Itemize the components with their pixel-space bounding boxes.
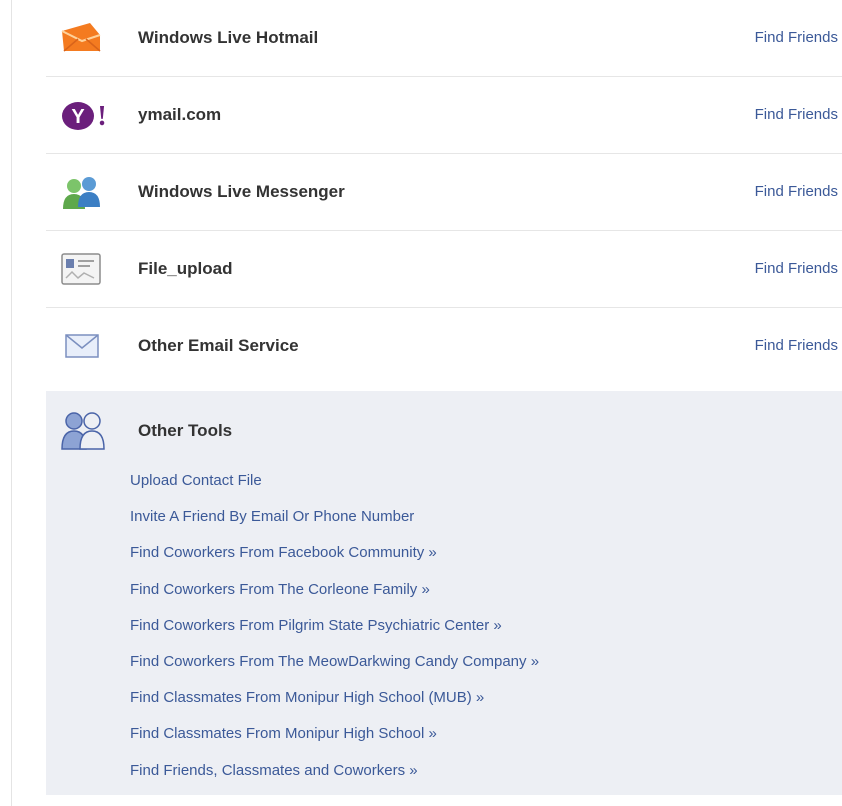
find-friends-link[interactable]: Find Friends — [755, 154, 838, 230]
other-tools-links: Upload Contact File Invite A Friend By E… — [130, 470, 539, 796]
find-friends-link[interactable]: Find Friends — [755, 231, 838, 307]
find-coworkers-meowdarkwing-link[interactable]: Find Coworkers From The MeowDarkwing Can… — [130, 651, 539, 687]
service-row-file-upload: File_upload Find Friends — [46, 231, 842, 308]
find-coworkers-corleone-family-link[interactable]: Find Coworkers From The Corleone Family … — [130, 579, 539, 615]
service-name: Other Email Service — [138, 336, 299, 355]
service-name: Windows Live Hotmail — [138, 28, 319, 47]
service-row-other-email: Other Email Service Find Friends — [46, 308, 842, 384]
left-divider — [11, 0, 12, 806]
find-friends-link[interactable]: Find Friends — [755, 0, 838, 76]
service-row-messenger: Windows Live Messenger Find Friends — [46, 154, 842, 231]
find-coworkers-pilgrim-state-link[interactable]: Find Coworkers From Pilgrim State Psychi… — [130, 615, 539, 651]
service-name: File_upload — [138, 259, 233, 278]
svg-text:Y: Y — [71, 106, 85, 128]
service-row-ymail: Y ! ymail.com Find Friends — [46, 77, 842, 154]
upload-contact-file-link[interactable]: Upload Contact File — [130, 470, 539, 506]
contact-card-icon — [60, 252, 102, 286]
service-name: ymail.com — [138, 105, 222, 124]
svg-text:!: ! — [97, 101, 106, 132]
find-classmates-monipur-link[interactable]: Find Classmates From Monipur High School… — [130, 723, 539, 759]
find-friends-link[interactable]: Find Friends — [755, 308, 838, 384]
find-coworkers-facebook-community-link[interactable]: Find Coworkers From Facebook Community » — [130, 542, 539, 578]
other-tools-section: Other Tools Upload Contact File Invite A… — [46, 391, 842, 795]
hotmail-icon — [60, 21, 102, 55]
email-services-list: Windows Live Hotmail Find Friends Y ! ym… — [46, 0, 842, 384]
find-friends-classmates-coworkers-link[interactable]: Find Friends, Classmates and Coworkers » — [130, 760, 539, 796]
people-icon — [60, 409, 105, 450]
other-tools-title: Other Tools — [138, 421, 233, 440]
yahoo-icon: Y ! — [60, 98, 107, 132]
find-friends-link[interactable]: Find Friends — [755, 77, 838, 153]
messenger-icon — [60, 175, 102, 209]
service-row-hotmail: Windows Live Hotmail Find Friends — [46, 0, 842, 77]
envelope-icon — [60, 329, 102, 363]
find-classmates-monipur-mub-link[interactable]: Find Classmates From Monipur High School… — [130, 687, 539, 723]
invite-friend-link[interactable]: Invite A Friend By Email Or Phone Number — [130, 506, 539, 542]
service-name: Windows Live Messenger — [138, 182, 345, 201]
